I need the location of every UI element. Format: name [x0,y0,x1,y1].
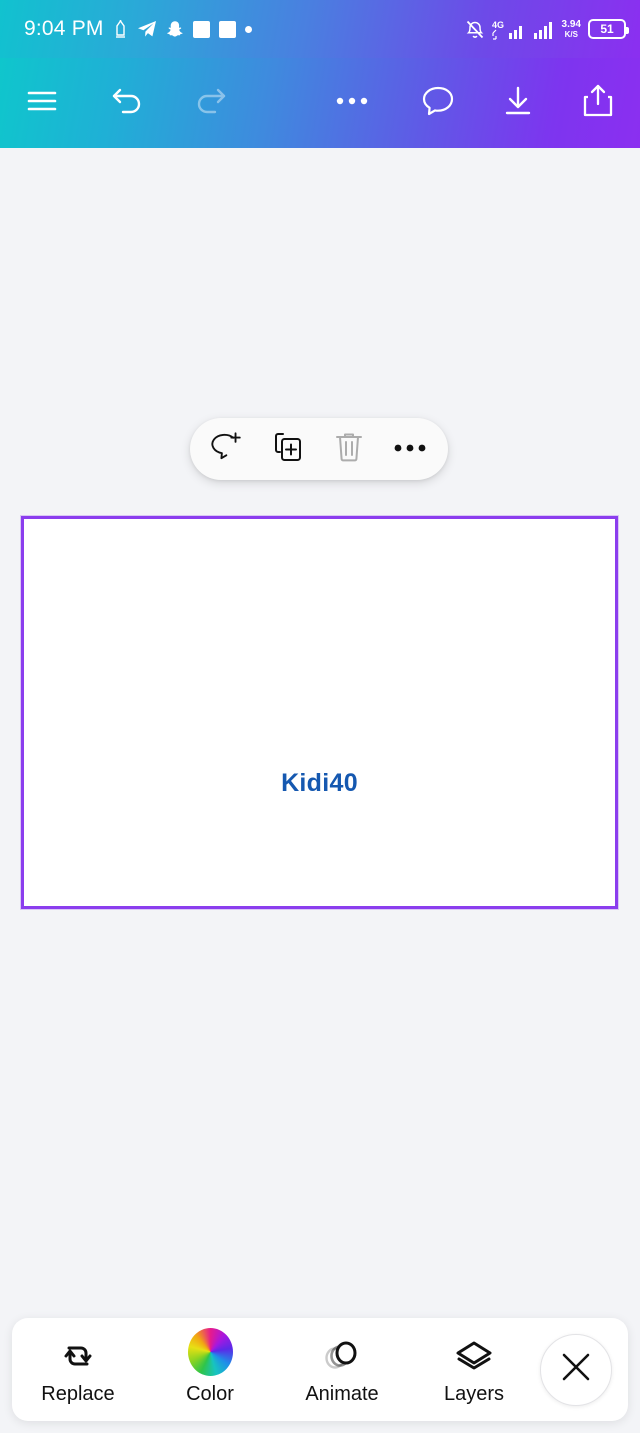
share-button[interactable] [570,75,626,131]
close-icon [559,1350,593,1389]
app-toolbar [0,58,640,148]
alarm-icon [113,19,128,39]
color-label: Color [186,1382,234,1405]
delete-button[interactable] [325,425,373,473]
network-speed: 3.94 K/S [561,18,581,39]
svg-text:4G: 4G [492,20,504,30]
status-bar-right: 4G 3.94 K/S 51 [465,18,629,40]
network-speed-unit: K/S [564,29,578,39]
battery-indicator: 51 [588,19,629,39]
replace-icon [57,1334,99,1376]
layers-tool[interactable]: Layers [408,1318,540,1421]
more-horizontal-icon [394,440,426,458]
bottom-toolbar: Replace Color Animate Layers [12,1318,628,1421]
comment-plus-icon [211,431,245,468]
duplicate-icon [273,431,305,468]
status-time: 9:04 PM [24,17,104,40]
layers-icon [452,1334,496,1376]
comment-button[interactable] [410,75,466,131]
redo-button[interactable] [182,75,238,131]
more-horizontal-icon [335,94,369,112]
app-square-icon-2 [218,20,236,38]
network-speed-value: 3.94 [561,18,581,30]
undo-button[interactable] [100,75,156,131]
context-more-button[interactable] [386,425,434,473]
add-comment-button[interactable] [204,425,252,473]
status-bar-left: 9:04 PM [24,17,252,41]
battery-level: 51 [600,22,614,36]
app-square-icon [192,20,210,38]
more-button[interactable] [324,75,380,131]
color-tool[interactable]: Color [144,1318,276,1421]
trash-icon [334,431,364,468]
redo-icon [193,86,227,121]
animate-label: Animate [305,1382,379,1405]
undo-icon [111,86,145,121]
artboard-canvas[interactable]: Kidi40 [21,516,618,909]
artboard-text[interactable]: Kidi40 [24,769,615,798]
layers-label: Layers [443,1382,505,1405]
animate-icon [320,1334,364,1376]
share-upload-icon [581,84,615,123]
download-button[interactable] [490,75,546,131]
bell-mute-icon [465,19,485,40]
hamburger-icon [25,88,59,119]
app-root: 9:04 PM 4G 3.94 K/S 51 Kidi40 Replace Co… [0,0,640,1433]
signal-4g-icon: 4G [492,19,526,40]
color-wheel-swatch [187,1327,233,1376]
download-icon [501,85,535,122]
comment-bubble-icon [421,85,455,122]
color-wheel-icon [187,1327,233,1376]
duplicate-button[interactable] [265,425,313,473]
replace-label: Replace [41,1382,115,1405]
snapchat-icon [166,20,184,38]
replace-tool[interactable]: Replace [12,1318,144,1421]
selection-context-toolbar [190,418,448,480]
telegram-icon [137,20,157,38]
signal-bars-icon [533,19,555,40]
animate-tool[interactable]: Animate [276,1318,408,1421]
close-button[interactable] [540,1333,612,1406]
status-bar: 9:04 PM 4G 3.94 K/S 51 [0,0,640,58]
dot-icon [244,25,252,33]
menu-button[interactable] [14,75,70,131]
